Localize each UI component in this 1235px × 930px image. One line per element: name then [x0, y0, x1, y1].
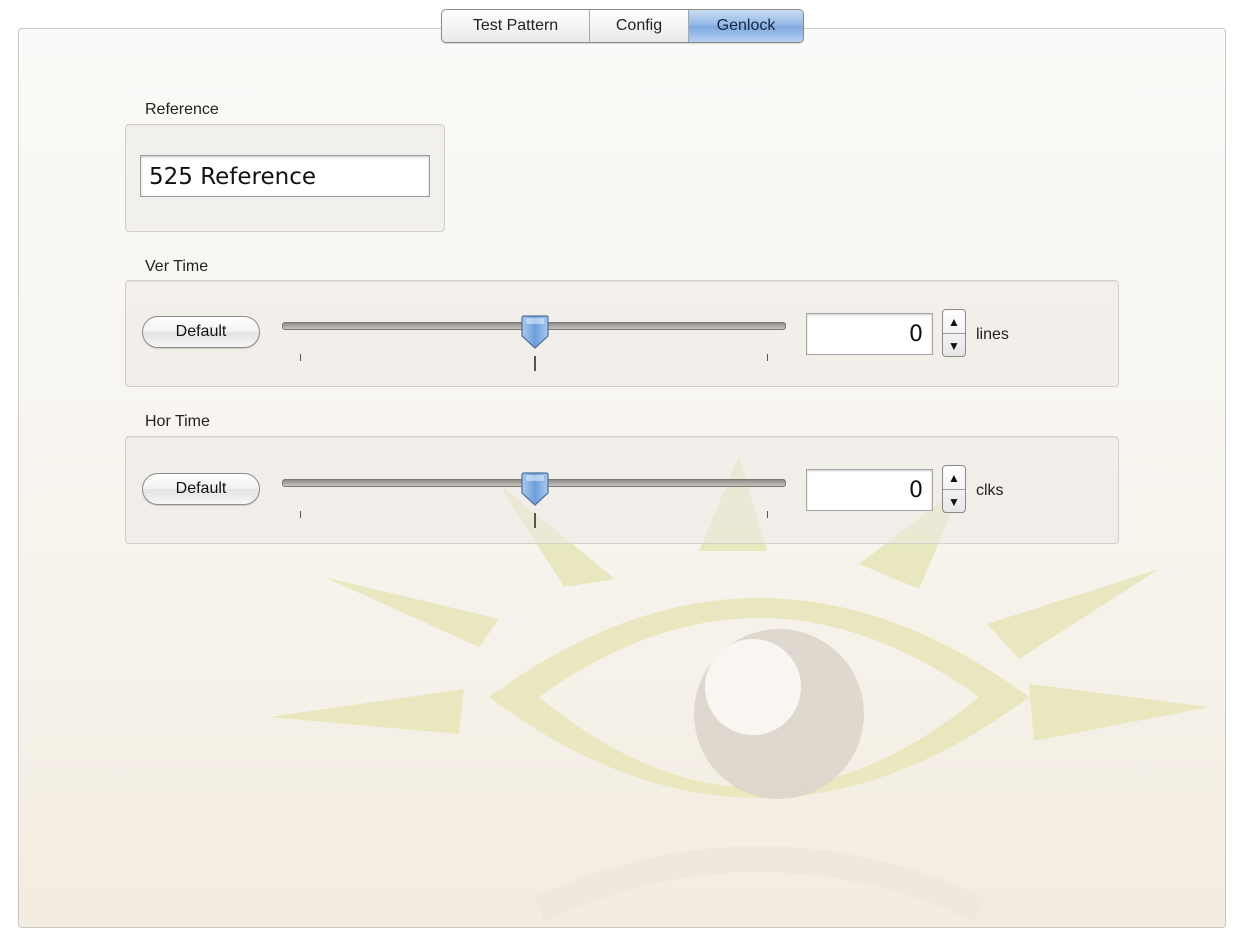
hor-time-group-label: Hor Time	[145, 413, 210, 430]
hor-time-default-button[interactable]: Default	[142, 473, 260, 505]
ver-time-value-field[interactable]: 0	[806, 313, 933, 355]
hor-time-value-field[interactable]: 0	[806, 469, 933, 511]
hor-time-tick-min	[300, 511, 301, 518]
triangle-up-icon[interactable]: ▲	[943, 310, 965, 334]
ver-time-tick-center	[534, 356, 536, 371]
ver-time-group-label: Ver Time	[145, 258, 209, 275]
hor-time-stepper[interactable]: ▲ ▼	[942, 465, 966, 513]
tab-config[interactable]: Config	[590, 10, 689, 42]
ver-time-group-box	[125, 280, 1119, 387]
triangle-down-icon[interactable]: ▼	[943, 334, 965, 356]
hor-time-group-box	[125, 436, 1119, 544]
reference-field[interactable]: 525 Reference	[140, 155, 430, 197]
ver-time-stepper[interactable]: ▲ ▼	[942, 309, 966, 357]
hor-time-tick-center	[534, 513, 536, 528]
ver-time-default-button[interactable]: Default	[142, 316, 260, 348]
tab-test-pattern[interactable]: Test Pattern	[442, 10, 590, 42]
ver-time-tick-min	[300, 354, 301, 361]
ver-time-slider-thumb[interactable]	[520, 314, 550, 350]
hor-time-slider-thumb[interactable]	[520, 471, 550, 507]
tab-genlock[interactable]: Genlock	[689, 10, 803, 42]
reference-group-label: Reference	[145, 101, 219, 118]
ver-time-unit-label: lines	[976, 326, 1009, 343]
triangle-down-icon[interactable]: ▼	[943, 490, 965, 512]
hor-time-unit-label: clks	[976, 482, 1004, 499]
ver-time-tick-max	[767, 354, 768, 361]
tab-bar: Test Pattern Config Genlock	[441, 9, 804, 43]
triangle-up-icon[interactable]: ▲	[943, 466, 965, 490]
hor-time-tick-max	[767, 511, 768, 518]
